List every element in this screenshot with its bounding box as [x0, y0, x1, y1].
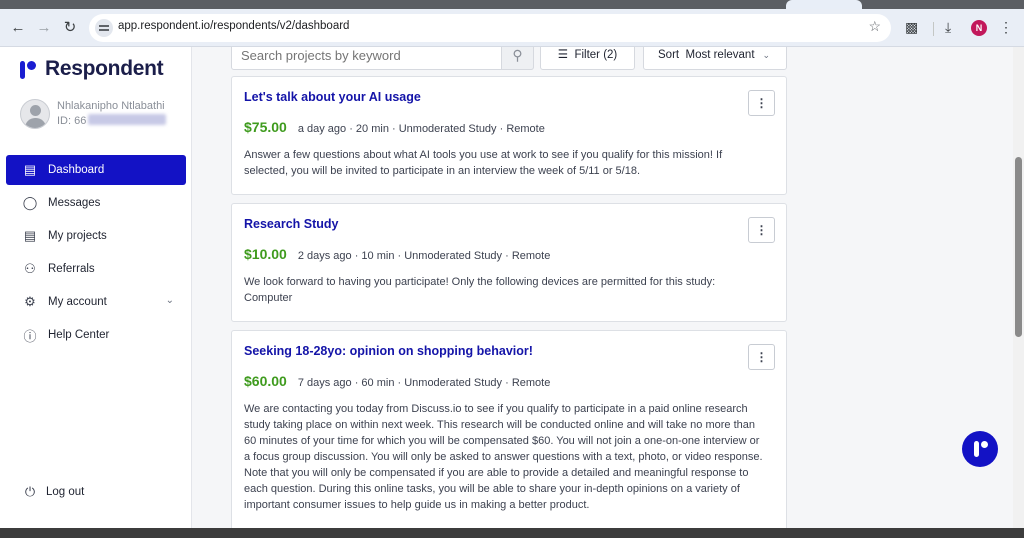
project-meta-row: $60.00 7 days ago · 60 min · Unmoderated…: [244, 373, 550, 389]
browser-menu-icon[interactable]: ⋮: [999, 18, 1013, 36]
address-bar[interactable]: app.respondent.io/respondents/v2/dashboa…: [89, 14, 891, 42]
address-url[interactable]: app.respondent.io/respondents/v2/dashboa…: [118, 20, 349, 32]
search-icon[interactable]: ⚲: [501, 47, 534, 70]
user-id-prefix: ID: 66: [57, 115, 87, 127]
sidebar-item-help-center[interactable]: ⓘ Help Center: [6, 320, 186, 350]
chat-bubble-icon: ◯: [22, 195, 38, 210]
active-tab[interactable]: [786, 0, 862, 9]
brand-name: Respondent: [45, 57, 164, 80]
sidebar-item-label: Referrals: [48, 263, 95, 275]
chat-launcher-button[interactable]: [962, 431, 998, 467]
project-card[interactable]: Research Study ⋮ $10.00 2 days ago · 10 …: [231, 203, 787, 322]
project-meta-row: $10.00 2 days ago · 10 min · Unmoderated…: [244, 246, 550, 262]
brand-logo[interactable]: Respondent: [20, 57, 164, 81]
user-avatar-icon: [20, 99, 50, 129]
back-icon[interactable]: ←: [9, 19, 27, 37]
user-id-redacted: [88, 114, 167, 125]
people-icon: ⚇: [24, 261, 36, 276]
project-price: $10.00: [244, 246, 287, 262]
sort-value: Most relevant: [685, 49, 755, 61]
help-icon: ⓘ: [23, 328, 37, 344]
project-meta-row: $75.00 a day ago · 20 min · Unmoderated …: [244, 119, 545, 135]
project-card[interactable]: Let's talk about your AI usage ⋮ $75.00 …: [231, 76, 787, 195]
bookmark-star-icon[interactable]: ☆: [868, 18, 881, 35]
app-page: Respondent Nhlakanipho Ntlabathi ID: 66 …: [0, 47, 1024, 528]
chevron-down-icon: ⌄: [762, 50, 770, 60]
tab-strip: [0, 0, 1024, 9]
user-id: ID: 66: [57, 114, 167, 127]
logout-label: Log out: [46, 486, 85, 498]
project-price: $60.00: [244, 373, 287, 389]
download-icon[interactable]: ⤓: [945, 18, 951, 36]
project-description: We are contacting you today from Discuss…: [244, 403, 763, 511]
logo-mark-icon: [20, 59, 38, 79]
project-meta: a day ago · 20 min · Unmoderated Study ·…: [297, 123, 545, 135]
project-description: Answer a few questions about what AI too…: [244, 149, 723, 177]
filter-label: Filter (2): [574, 49, 618, 61]
search-toolbar: ⚲ ☰ Filter (2) Sort Most relevant ⌄: [231, 47, 791, 70]
forward-icon[interactable]: →: [35, 19, 53, 37]
sidebar-item-my-projects[interactable]: ▤ My projects: [6, 221, 186, 251]
project-card[interactable]: Seeking 18-28yo: opinion on shopping beh…: [231, 330, 787, 528]
project-title[interactable]: Seeking 18-28yo: opinion on shopping beh…: [244, 344, 533, 358]
power-icon: ⏻: [24, 484, 36, 499]
sidebar: Respondent Nhlakanipho Ntlabathi ID: 66 …: [0, 47, 192, 528]
extensions-icon[interactable]: ▩: [905, 18, 918, 36]
project-description: We look forward to having you participat…: [244, 276, 716, 304]
profile-avatar[interactable]: N: [971, 20, 987, 36]
sidebar-item-messages[interactable]: ◯ Messages: [6, 188, 186, 218]
more-options-icon[interactable]: ⋮: [748, 90, 775, 116]
user-name: Nhlakanipho Ntlabathi: [57, 100, 165, 112]
project-meta: 2 days ago · 10 min · Unmoderated Study …: [297, 250, 551, 262]
chat-logo-icon: [974, 441, 979, 457]
filter-icon: ☰: [557, 49, 569, 61]
dashboard-icon: ▤: [23, 162, 37, 177]
logout-button[interactable]: ⏻ Log out: [20, 484, 85, 500]
sort-dropdown[interactable]: Sort Most relevant ⌄: [643, 47, 787, 70]
browser-toolbar: ← → ↻ app.respondent.io/respondents/v2/d…: [0, 9, 1024, 47]
sidebar-item-label: My projects: [48, 230, 107, 242]
sidebar-item-label: My account: [48, 296, 107, 308]
taskbar-strip: [0, 528, 1024, 538]
chevron-down-icon[interactable]: ⌄: [166, 295, 174, 306]
sidebar-item-dashboard[interactable]: ▤ Dashboard: [6, 155, 186, 185]
more-options-icon[interactable]: ⋮: [748, 344, 775, 370]
chat-logo-dot: [981, 441, 988, 448]
sidebar-item-label: Help Center: [48, 329, 110, 341]
settings-icon: ⚙: [24, 294, 36, 309]
scrollbar-thumb[interactable]: [1015, 157, 1022, 337]
reload-icon[interactable]: ↻: [61, 19, 79, 37]
sort-prefix: Sort: [658, 49, 680, 61]
page-scrollbar[interactable]: [1013, 47, 1024, 528]
project-title[interactable]: Let's talk about your AI usage: [244, 90, 421, 104]
search-input[interactable]: [231, 47, 534, 70]
project-title[interactable]: Research Study: [244, 217, 338, 231]
site-info-icon[interactable]: [95, 19, 113, 37]
sidebar-item-label: Messages: [48, 197, 101, 209]
sidebar-item-my-account[interactable]: ⚙ My account ⌄: [6, 287, 186, 317]
project-price: $75.00: [244, 119, 287, 135]
toolbar-divider: [933, 22, 934, 36]
projects-icon: ▤: [23, 228, 37, 243]
more-options-icon[interactable]: ⋮: [748, 217, 775, 243]
project-meta: 7 days ago · 60 min · Unmoderated Study …: [297, 377, 551, 389]
sidebar-nav: ▤ Dashboard ◯ Messages ▤ My projects ⚇ R…: [6, 155, 186, 353]
sidebar-item-label: Dashboard: [48, 164, 105, 176]
sidebar-item-referrals[interactable]: ⚇ Referrals: [6, 254, 186, 284]
filter-button[interactable]: ☰ Filter (2): [540, 47, 635, 70]
